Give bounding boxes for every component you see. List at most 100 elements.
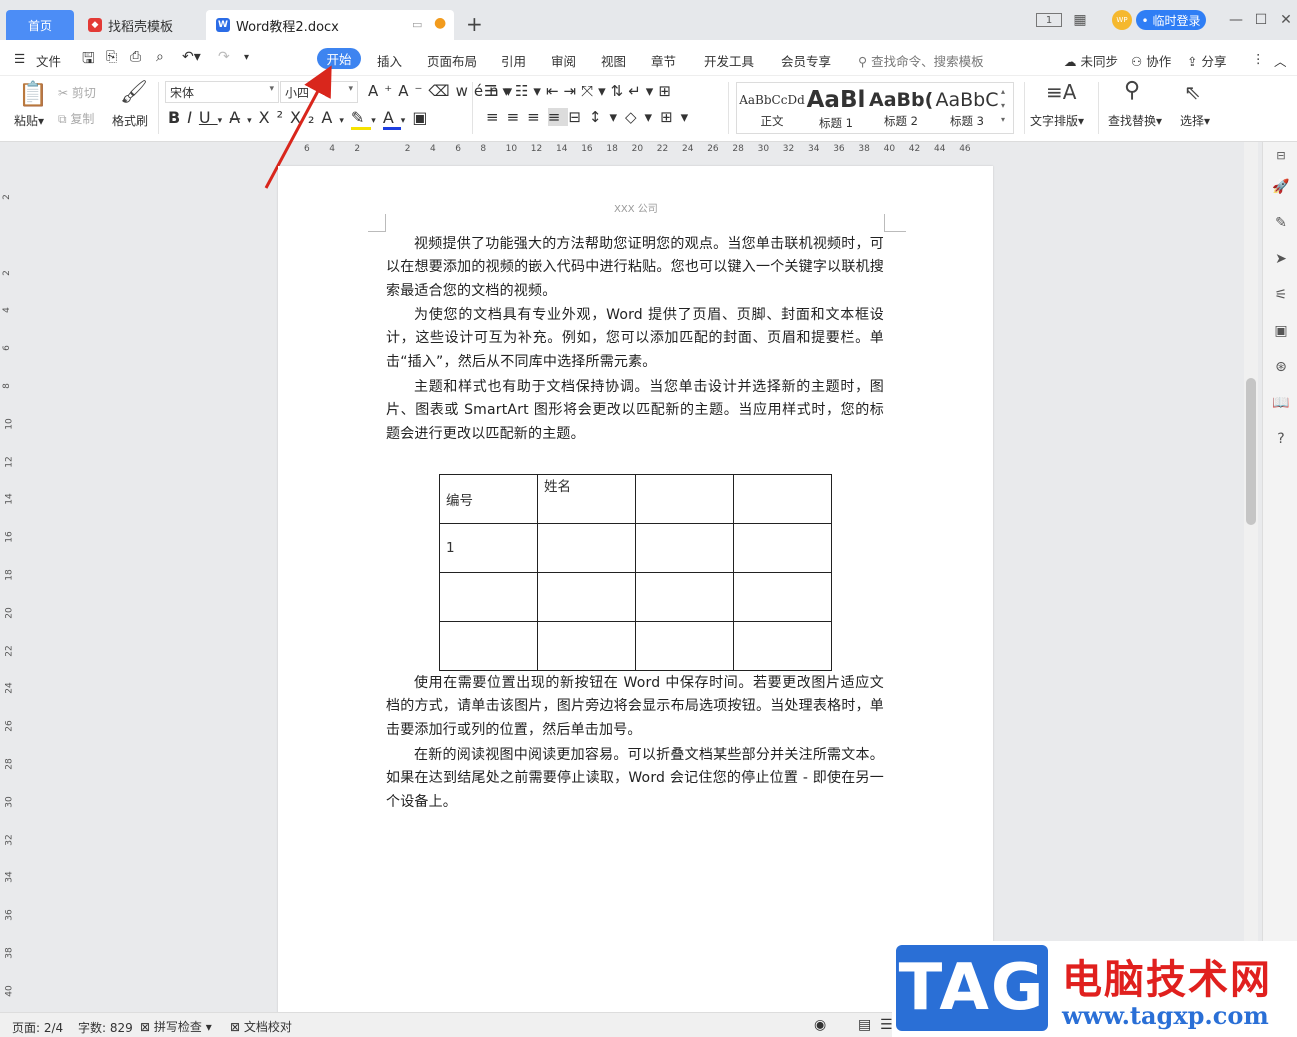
page-count[interactable]: 页面: 2/4 — [12, 1019, 63, 1036]
vertical-scrollbar[interactable] — [1244, 142, 1258, 1010]
menu-page-layout[interactable]: 页面布局 — [427, 51, 477, 70]
increase-indent-icon[interactable]: ⇥ — [564, 82, 582, 100]
page-header[interactable]: XXX 公司 — [614, 200, 658, 215]
menu-file[interactable]: 文件 — [36, 51, 61, 70]
compass-icon[interactable]: ⊛ — [1272, 358, 1290, 376]
italic-icon[interactable]: I — [187, 108, 199, 127]
table-cell[interactable] — [733, 621, 832, 671]
chevron-down-icon[interactable]: ▾ — [339, 116, 351, 126]
close-icon[interactable]: ✕ — [1276, 10, 1296, 30]
chevron-down-icon[interactable]: ▾ — [218, 116, 230, 126]
shading-icon[interactable]: ◇▾ — [625, 108, 660, 126]
bullets-icon[interactable]: ☰▾ — [484, 82, 515, 100]
grid-apps-icon[interactable]: ▦ — [1070, 10, 1090, 30]
highlight-icon[interactable]: ✎ — [350, 108, 372, 130]
layout-icon[interactable]: 1 — [1036, 13, 1062, 27]
page-view-icon[interactable]: ▤ — [858, 1017, 871, 1033]
table-cell[interactable] — [733, 572, 832, 622]
panel-toggle-icon[interactable]: ⊟ — [1272, 146, 1290, 164]
distribute-icon[interactable]: ⊟ — [568, 108, 589, 126]
more-icon[interactable]: ⋮ — [1252, 51, 1265, 66]
maximize-icon[interactable]: ☐ — [1251, 10, 1271, 30]
menu-member[interactable]: 会员专享 — [781, 51, 831, 70]
table-cell[interactable] — [439, 621, 538, 671]
hamburger-icon[interactable]: ☰ — [14, 51, 25, 66]
rocket-icon[interactable]: 🚀 — [1272, 178, 1290, 196]
document-page[interactable]: XXX 公司 视频提供了功能强大的方法帮助您证明您的观点。当您单击联机视频时，可… — [278, 166, 993, 1016]
sync-button[interactable]: ☁ 未同步 — [1064, 51, 1118, 70]
word-count[interactable]: 字数: 829 — [78, 1019, 133, 1036]
line-spacing-icon[interactable]: ↕▾ — [589, 108, 625, 126]
table-cell[interactable] — [635, 572, 734, 622]
export-pdf-icon[interactable]: ⎘ — [106, 49, 117, 65]
table-cell[interactable] — [733, 474, 832, 524]
paragraph-1[interactable]: 视频提供了功能强大的方法帮助您证明您的观点。当您单击联机视频时，可以在想要添加的… — [386, 233, 884, 303]
font-color-icon[interactable]: A — [382, 108, 401, 130]
paste-icon[interactable]: 📋 — [18, 80, 48, 108]
menu-review[interactable]: 审阅 — [551, 51, 576, 70]
table-cell[interactable] — [537, 621, 636, 671]
cut-button[interactable]: ✂ 剪切 — [58, 84, 96, 101]
table-cell[interactable] — [537, 572, 636, 622]
table-cell[interactable] — [635, 474, 734, 524]
grow-font-icon[interactable]: A⁺ — [368, 82, 398, 100]
menu-developer[interactable]: 开发工具 — [704, 51, 754, 70]
book-icon[interactable]: 📖 — [1272, 394, 1290, 412]
chevron-down-icon[interactable]: ▾ — [371, 116, 383, 126]
copy-button[interactable]: ⧉ 复制 — [58, 110, 94, 127]
redo-icon[interactable]: ↷ — [218, 49, 230, 65]
outline-view-icon[interactable]: ☰ — [880, 1017, 893, 1033]
table-cell[interactable] — [733, 523, 832, 573]
find-icon[interactable]: ⚲ — [1124, 78, 1140, 103]
menu-insert[interactable]: 插入 — [377, 51, 402, 70]
text-direction-icon[interactable]: ⤧▾ — [581, 82, 611, 100]
show-marks-icon[interactable]: ↵▾ — [628, 82, 658, 100]
decrease-indent-icon[interactable]: ⇤ — [546, 82, 564, 100]
menu-references[interactable]: 引用 — [501, 51, 526, 70]
style-scroll-icon[interactable]: ▴ ▾ ▾ — [1001, 85, 1005, 127]
avatar[interactable]: WP — [1112, 10, 1132, 30]
menu-section[interactable]: 章节 — [651, 51, 676, 70]
collab-button[interactable]: ⚇ 协作 — [1131, 51, 1171, 70]
align-left-icon[interactable]: ≡ — [486, 108, 507, 126]
save-icon[interactable]: 🖫 — [82, 48, 95, 73]
spell-check-button[interactable]: ⊠ 拼写检查 ▾ — [140, 1018, 212, 1035]
print-icon[interactable]: ⎙ — [130, 49, 141, 65]
align-right-icon[interactable]: ≡ — [527, 108, 548, 126]
unsaved-dot-icon[interactable]: ● — [434, 15, 446, 31]
style-heading1[interactable]: AaBl 标题 1 — [805, 87, 867, 131]
scrollbar-thumb[interactable] — [1246, 378, 1256, 525]
pointer-icon[interactable]: ➤ — [1272, 250, 1290, 268]
text-layout-button[interactable]: 文字排版▾ — [1030, 112, 1084, 129]
table-cell[interactable]: 1 — [439, 523, 538, 573]
borders-icon[interactable]: ⊞▾ — [660, 108, 696, 126]
table-cell[interactable] — [439, 572, 538, 622]
clear-format-icon[interactable]: ⌫ — [428, 82, 455, 100]
proofread-button[interactable]: ⊠ 文档校对 — [230, 1018, 292, 1035]
strikethrough-icon[interactable]: A̶ — [229, 108, 247, 127]
new-tab-button[interactable]: + — [466, 12, 483, 36]
find-replace-button[interactable]: 查找替换▾ — [1108, 112, 1162, 129]
undo-icon[interactable]: ↶▾ — [182, 49, 201, 65]
chevron-down-icon[interactable]: ▾ — [401, 116, 413, 126]
paragraph-4[interactable]: 使用在需要位置出现的新按钮在 Word 中保存时间。若要更改图片适应文档的方式，… — [386, 672, 884, 742]
tab-home[interactable]: 首页 — [6, 10, 74, 40]
document-table[interactable]: 编号 姓名 1 — [439, 474, 832, 671]
tab-document[interactable]: W Word教程2.docx ▭ ● — [206, 10, 454, 40]
vertical-ruler[interactable]: 2 2 4 6 8 10 12 14 16 18 20 22 24 26 28 30 32 34 36 38 40 — [0, 160, 18, 1008]
minimize-icon[interactable]: — — [1226, 10, 1246, 30]
format-painter-button[interactable]: 格式刷 — [112, 112, 148, 129]
sort-icon[interactable]: ⇅ — [611, 82, 629, 100]
justify-icon[interactable]: ≡ — [547, 108, 569, 126]
format-painter-icon[interactable]: 🖌 — [120, 80, 148, 105]
help-icon[interactable]: ? — [1272, 430, 1290, 448]
style-heading2[interactable]: AaBb( 标题 2 — [869, 87, 933, 131]
table-cell[interactable]: 姓名 — [537, 474, 636, 524]
shrink-font-icon[interactable]: A⁻ — [398, 82, 428, 100]
tab-template[interactable]: ◆ 找稻壳模板 — [78, 10, 204, 40]
table-cell[interactable] — [635, 621, 734, 671]
command-search[interactable]: ⚲ 查找命令、搜索模板 — [858, 51, 984, 70]
numbering-icon[interactable]: ☷▾ — [515, 82, 546, 100]
bold-icon[interactable]: B — [168, 108, 187, 127]
style-normal[interactable]: AaBbCcDd 正文 — [739, 87, 805, 131]
